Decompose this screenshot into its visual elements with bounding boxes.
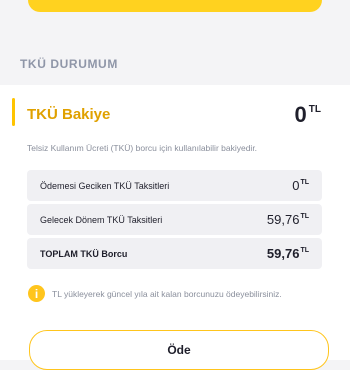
row-value: 59,76	[266, 211, 300, 227]
row-label: Ödemesi Geciken TKÜ Taksitleri	[40, 180, 170, 191]
accent-bar	[12, 98, 15, 126]
next-period-installments-row: Gelecek Dönem TKÜ Taksitleri 59,76 TL	[27, 204, 322, 235]
balance-currency: TL	[308, 104, 321, 115]
pay-button-label: Öde	[167, 343, 191, 357]
row-label: TOPLAM TKÜ Borcu	[40, 248, 128, 259]
row-value: 59,76	[266, 245, 300, 261]
top-yellow-button[interactable]	[28, 0, 322, 12]
row-amount: 59,76 TL	[266, 211, 309, 227]
info-icon: i	[28, 285, 45, 302]
row-currency: TL	[300, 178, 309, 186]
balance-description: Telsiz Kullanım Ücreti (TKÜ) borcu için …	[27, 143, 258, 153]
row-label: Gelecek Dönem TKÜ Taksitleri	[40, 214, 163, 225]
row-currency: TL	[300, 212, 309, 220]
info-text: TL yükleyerek güncel yıla ait kalan borc…	[52, 288, 282, 299]
total-debt-row: TOPLAM TKÜ Borcu 59,76 TL	[27, 238, 322, 269]
balance-value: 0 TL	[295, 104, 321, 126]
pay-button[interactable]: Öde	[29, 330, 329, 370]
row-amount: 59,76 TL	[266, 245, 309, 261]
row-value: 0	[292, 177, 300, 193]
balance-label: TKÜ Bakiye	[27, 106, 111, 123]
row-amount: 0 TL	[292, 177, 309, 193]
row-currency: TL	[300, 246, 309, 254]
overdue-installments-row: Ödemesi Geciken TKÜ Taksitleri 0 TL	[27, 170, 322, 201]
balance-amount: 0	[294, 102, 307, 127]
info-note: i TL yükleyerek güncel yıla ait kalan bo…	[28, 285, 282, 302]
section-title: TKÜ DURUMUM	[20, 57, 118, 71]
